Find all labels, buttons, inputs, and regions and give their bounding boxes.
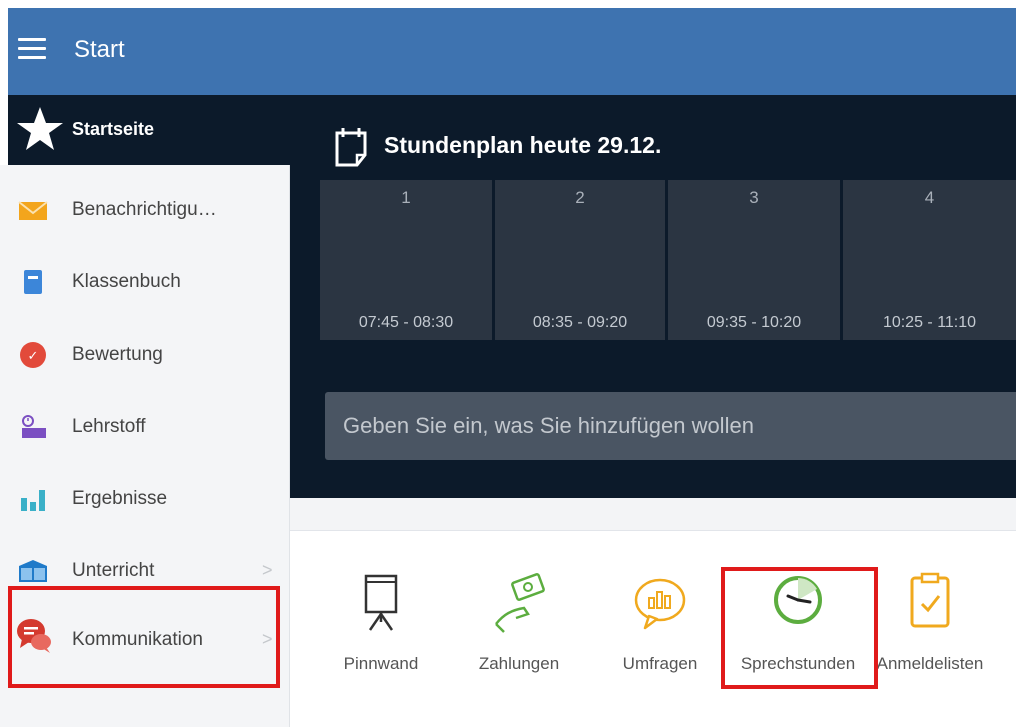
star-icon — [17, 107, 63, 150]
sidebar-item-unterricht[interactable]: Unterricht > — [8, 534, 290, 606]
open-book-icon — [19, 560, 47, 582]
app-label: Umfragen — [622, 654, 698, 673]
money-hand-icon — [495, 573, 545, 633]
sidebar-item-klassenbuch[interactable]: Klassenbuch — [8, 245, 290, 317]
bar-chart-icon — [21, 490, 45, 511]
grade-icon: ✓ — [20, 342, 46, 368]
top-bar: Start — [8, 8, 1016, 95]
sidebar-item-label: Bewertung — [72, 344, 163, 365]
flipchart-icon — [364, 574, 398, 631]
hamburger-icon[interactable] — [18, 38, 46, 60]
sidebar-item-label: Ergebnisse — [72, 488, 168, 509]
timetable-period[interactable]: 4 10:25 - 11:10 — [843, 180, 1016, 340]
app-anmeldelisten[interactable]: Anmeldelisten — [870, 570, 990, 690]
envelope-icon — [18, 201, 48, 220]
sidebar-item-label: Benachrichtigu… — [72, 199, 217, 220]
period-number: 1 — [401, 188, 411, 207]
sidebar-item-benachrichtigungen[interactable]: Benachrichtigu… — [8, 173, 290, 245]
timetable-title: Stundenplan heute 29.12. — [384, 132, 662, 158]
teacher-icon — [22, 415, 46, 438]
period-time: 10:25 - 11:10 — [882, 314, 977, 331]
poll-bubble-icon — [634, 578, 686, 630]
sidebar-item-label: Unterricht — [72, 560, 155, 581]
sidebar-item-lehrstoff[interactable]: Lehrstoff — [8, 390, 290, 462]
app-sprechstunden[interactable]: Sprechstunden — [738, 570, 858, 690]
app-zahlungen[interactable]: Zahlungen — [459, 570, 579, 690]
sidebar-item-bewertung[interactable]: ✓ Bewertung — [8, 318, 290, 390]
sidebar-item-label: Startseite — [72, 119, 155, 139]
chevron-right-icon: > — [262, 560, 273, 580]
timetable-period[interactable]: 3 09:35 - 10:20 — [668, 180, 840, 340]
clipboard-check-icon — [910, 572, 950, 628]
app-pinnwand[interactable]: Pinnwand — [321, 570, 441, 690]
app-label: Anmeldelisten — [876, 654, 984, 673]
chat-icon — [17, 619, 51, 653]
svg-text:✓: ✓ — [28, 349, 39, 364]
timetable-period[interactable]: 1 07:45 - 08:30 — [320, 180, 492, 340]
book-icon — [24, 270, 42, 294]
sidebar-item-label: Klassenbuch — [72, 271, 181, 292]
period-number: 2 — [575, 188, 585, 207]
app-label: Zahlungen — [478, 654, 560, 673]
sidebar-item-kommunikation[interactable]: Kommunikation > — [8, 603, 290, 675]
clock-icon — [774, 576, 822, 624]
period-number: 4 — [924, 188, 935, 207]
app-label: Pinnwand — [343, 654, 419, 673]
sidebar-item-label: Kommunikation — [72, 629, 203, 650]
sidebar-item-startseite[interactable]: Startseite — [8, 95, 290, 165]
calendar-icon — [335, 128, 367, 167]
period-time: 09:35 - 10:20 — [706, 314, 802, 331]
period-number: 3 — [749, 188, 759, 207]
add-entry-input[interactable] — [325, 392, 1016, 460]
chevron-right-icon: > — [262, 629, 273, 649]
period-time: 07:45 - 08:30 — [358, 314, 454, 331]
sidebar-item-ergebnisse[interactable]: Ergebnisse — [8, 462, 290, 534]
timetable-period[interactable]: 2 08:35 - 09:20 — [495, 180, 665, 340]
period-time: 08:35 - 09:20 — [532, 314, 628, 331]
page-title: Start — [74, 36, 125, 63]
app-umfragen[interactable]: Umfragen — [600, 570, 720, 690]
sidebar-item-label: Lehrstoff — [72, 416, 146, 437]
